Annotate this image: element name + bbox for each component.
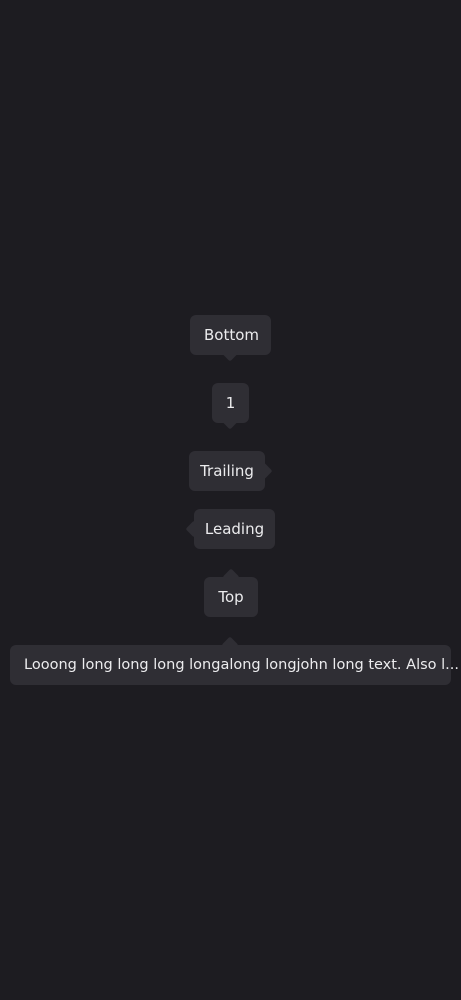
tooltip-leading-label: Leading bbox=[204, 520, 265, 538]
tooltip-number-label: 1 bbox=[225, 394, 236, 412]
tooltip-trailing-label: Trailing bbox=[200, 462, 254, 480]
tooltip-arrow-down-icon bbox=[221, 344, 239, 362]
tooltip-arrow-left-icon bbox=[185, 520, 203, 538]
tooltip-long-text-label: Looong long long long longalong longjohn… bbox=[24, 657, 459, 673]
tooltip-arrow-right-icon bbox=[255, 462, 273, 480]
tooltip-trailing: Trailing bbox=[189, 451, 273, 491]
tooltip-bottom: Bottom bbox=[190, 315, 271, 362]
tooltip-bottom-label: Bottom bbox=[204, 326, 260, 344]
tooltip-arrow-up-icon bbox=[222, 568, 240, 586]
tooltip-top: Top bbox=[204, 568, 258, 617]
tooltip-top-label: Top bbox=[218, 588, 244, 606]
tooltip-arrow-down-icon bbox=[221, 412, 239, 430]
tooltip-number: 1 bbox=[212, 383, 249, 430]
tooltip-arrow-up-icon bbox=[221, 636, 239, 654]
tooltip-long-text: Looong long long long longalong longjohn… bbox=[10, 636, 459, 685]
tooltip-leading: Leading bbox=[185, 509, 275, 549]
